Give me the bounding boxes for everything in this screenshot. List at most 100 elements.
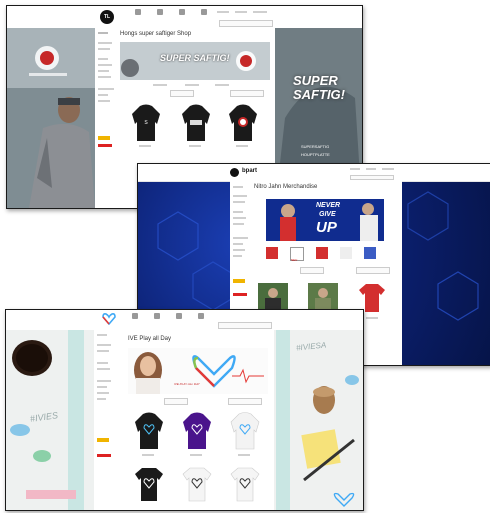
nav-item-1[interactable]	[124, 313, 146, 320]
sort-select[interactable]	[164, 398, 188, 405]
sidebar-item[interactable]	[98, 70, 109, 72]
screenshot-shop-3: #IVIES IVE Play all Day IVE PLAY ALL DAY…	[5, 309, 364, 511]
nav-icon	[198, 313, 204, 319]
side-text: SUPER SAFTIG!	[293, 73, 345, 102]
top-link[interactable]	[217, 11, 229, 13]
sidebar-item[interactable]	[98, 100, 110, 102]
top-link[interactable]	[253, 11, 267, 13]
sidebar-item[interactable]	[233, 255, 242, 257]
shop-banner: NEVER GIVE UP	[266, 199, 384, 241]
payment-badge	[97, 454, 111, 457]
filter-select[interactable]	[228, 398, 262, 405]
brand-name: bpart	[242, 168, 257, 174]
product-thumb-5[interactable]	[364, 247, 376, 259]
sort-select[interactable]	[170, 90, 194, 97]
sidebar-item[interactable]	[233, 195, 247, 197]
product-hoodie-2[interactable]	[182, 412, 212, 450]
banner-text-1: NEVER	[316, 202, 341, 209]
banner-social[interactable]	[215, 84, 229, 86]
product-hoodie-1[interactable]: S	[131, 104, 161, 142]
heart-logo[interactable]	[102, 313, 116, 325]
sidebar-item[interactable]	[233, 237, 248, 239]
sidebar-item[interactable]	[98, 64, 112, 66]
shop-title: IVE Play all Day	[128, 336, 172, 342]
shop-logo[interactable]	[230, 168, 239, 177]
filter-select[interactable]	[230, 90, 264, 97]
search-input[interactable]	[218, 322, 272, 329]
side-item-1: SUPERSAFTIG	[301, 144, 330, 149]
sidebar-item[interactable]	[98, 88, 114, 90]
nav-item-3[interactable]	[168, 313, 190, 320]
sidebar-heading	[98, 32, 108, 34]
sidebar-item[interactable]	[233, 223, 244, 225]
nav-item-2[interactable]	[146, 313, 168, 320]
nav-icon	[179, 9, 185, 15]
product-hoodie-3[interactable]	[230, 412, 260, 450]
shop-banner: SUPER SAFTIG!	[120, 42, 270, 80]
product-price	[238, 454, 250, 456]
sidebar-item[interactable]	[233, 243, 243, 245]
nav-item-1[interactable]	[127, 9, 149, 16]
sidebar-item[interactable]	[233, 201, 245, 203]
payment-badge	[98, 144, 112, 147]
sidebar-item[interactable]	[233, 211, 243, 213]
sidebar-item[interactable]	[98, 48, 110, 50]
top-link[interactable]	[350, 168, 360, 170]
nav-icon	[176, 313, 182, 319]
sidebar-item[interactable]	[97, 368, 110, 370]
sidebar-item[interactable]	[97, 380, 111, 382]
nav-icon	[201, 9, 207, 15]
main-content: IVE Play all Day IVE PLAY ALL DAY	[94, 330, 274, 510]
sidebar-item[interactable]	[98, 42, 112, 44]
product-price	[366, 317, 378, 319]
banner-text-3: UP	[316, 219, 337, 236]
sidebar-item[interactable]	[98, 94, 108, 96]
desk-photo-right	[274, 330, 363, 510]
product-thumb-2[interactable]: NEU	[290, 247, 304, 262]
nav-item-4[interactable]	[190, 313, 212, 320]
product-thumb-1[interactable]	[266, 247, 278, 259]
product-price	[139, 145, 151, 147]
banner-social[interactable]	[153, 84, 167, 86]
product-shirt-2[interactable]	[182, 466, 212, 502]
top-navigation: TL	[7, 6, 362, 29]
product-hoodie-2[interactable]	[181, 104, 211, 142]
sidebar-item[interactable]	[233, 249, 245, 251]
sidebar-item[interactable]	[97, 392, 109, 394]
sidebar-item[interactable]	[97, 344, 111, 346]
sidebar-item[interactable]	[97, 386, 107, 388]
sidebar-item[interactable]	[98, 76, 111, 78]
product-shirt-1[interactable]	[134, 466, 164, 502]
product-shirt-3[interactable]	[230, 466, 260, 502]
top-link[interactable]	[235, 11, 247, 13]
nav-item-2[interactable]	[149, 9, 171, 16]
payment-badge	[233, 279, 245, 283]
sort-select[interactable]	[300, 267, 324, 274]
top-navigation: bpart	[138, 164, 490, 182]
sidebar-item[interactable]	[97, 334, 107, 336]
top-navigation	[6, 310, 363, 331]
product-thumb-4[interactable]	[340, 247, 352, 259]
nav-item-3[interactable]	[171, 9, 193, 16]
sidebar-item[interactable]	[233, 186, 243, 188]
search-input[interactable]	[350, 175, 394, 180]
background-photo-right: #IVIESA	[274, 330, 363, 510]
filter-select[interactable]	[356, 267, 390, 274]
sidebar-item[interactable]	[98, 58, 108, 60]
sidebar-item[interactable]	[233, 217, 246, 219]
product-thumb-3[interactable]	[316, 247, 328, 259]
sidebar-item[interactable]	[97, 362, 108, 364]
product-hoodie-3[interactable]	[228, 104, 258, 142]
banner-social[interactable]	[185, 84, 199, 86]
search-input[interactable]	[219, 20, 273, 27]
top-link[interactable]	[366, 168, 376, 170]
nav-item-4[interactable]	[193, 9, 215, 16]
product-hoodie-1[interactable]	[134, 412, 164, 450]
banner-graphic	[128, 348, 268, 394]
shop-logo[interactable]: TL	[100, 10, 114, 24]
logo-text: TL	[103, 14, 111, 20]
banner-text: SUPER SAFTIG!	[160, 53, 230, 63]
sidebar-item[interactable]	[97, 398, 106, 400]
sidebar-item[interactable]	[97, 350, 109, 352]
top-link[interactable]	[382, 168, 394, 170]
